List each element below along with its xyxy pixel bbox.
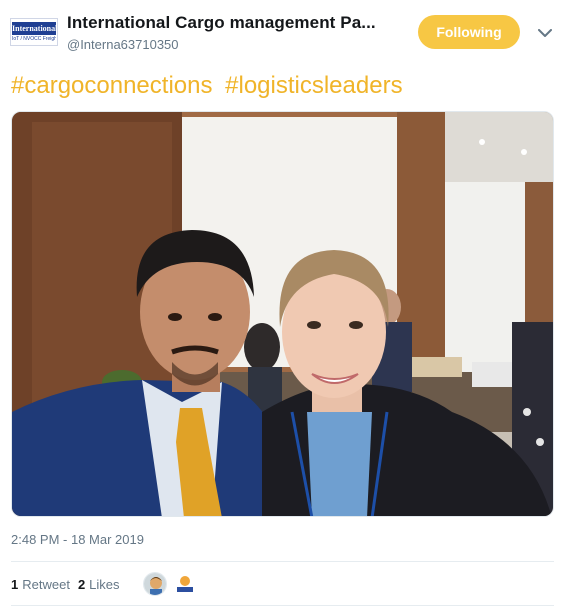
liker-avatars <box>143 572 203 596</box>
tweet-text: #cargoconnections #logisticsleaders <box>11 72 409 100</box>
tweet-header: International C IoT / NVOCC Freight Inte… <box>0 0 570 66</box>
likes-link[interactable]: 2 Likes <box>78 577 120 592</box>
retweets-count: 1 <box>11 576 19 592</box>
tweet-stats: 1 Retweet 2 Likes <box>11 570 128 598</box>
account-avatar[interactable]: International C IoT / NVOCC Freight <box>10 18 58 46</box>
avatar-logo-text: International C <box>12 21 56 35</box>
chevron-down-icon <box>538 28 552 37</box>
display-name[interactable]: International Cargo management Pa... <box>67 13 376 33</box>
likes-count: 2 <box>77 576 86 592</box>
cartoon-avatar-icon <box>144 573 166 595</box>
tweet-photo[interactable] <box>11 111 554 517</box>
account-handle[interactable]: @Interna63710350 <box>67 37 179 52</box>
retweets-label: Retweet <box>22 576 70 592</box>
divider <box>11 561 554 562</box>
more-options-button[interactable] <box>535 24 555 42</box>
hashtag-link[interactable]: #logisticsleaders <box>225 72 402 99</box>
likes-label: Likes <box>89 576 120 592</box>
cargo-logo-icon <box>173 572 197 596</box>
hashtag-link[interactable]: #cargoconnections <box>11 72 212 99</box>
following-button[interactable]: Following <box>418 15 520 49</box>
liker-avatar[interactable] <box>173 572 197 596</box>
tweet-timestamp[interactable]: 2:48 PM - 18 Mar 2019 <box>11 532 144 547</box>
avatar-logo-subtext: IoT / NVOCC Freight <box>12 35 56 42</box>
divider <box>11 605 554 606</box>
liker-avatar[interactable] <box>143 572 167 596</box>
retweets-link[interactable]: 1 Retweet <box>11 577 70 592</box>
selfie-photo <box>12 112 553 516</box>
